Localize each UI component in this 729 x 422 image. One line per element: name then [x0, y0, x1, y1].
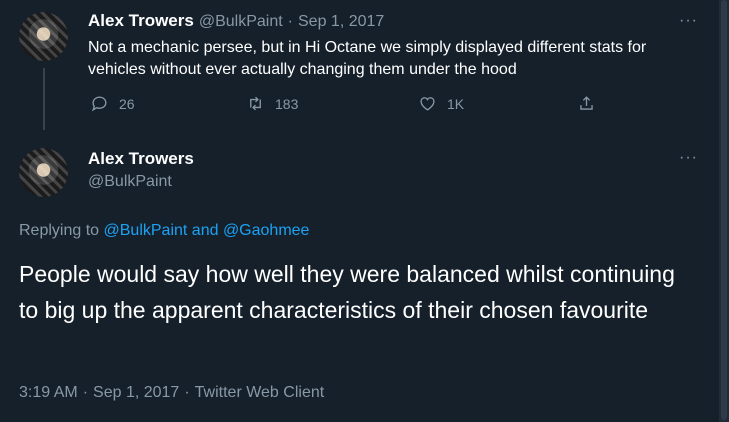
tweet1-dot-separator: · — [287, 13, 293, 30]
retweet-icon — [250, 96, 261, 111]
avatar-alex-trowers-1[interactable] — [19, 12, 68, 61]
retweet-button[interactable]: 183 — [246, 94, 298, 113]
more-icon[interactable]: ··· — [679, 12, 698, 30]
tweet2-author-name[interactable]: Alex Trowers — [88, 149, 194, 169]
avatar-pattern — [19, 12, 68, 61]
tweet2-author-handle[interactable]: @BulkPaint — [88, 173, 172, 191]
avatar-pattern — [19, 148, 68, 197]
more-icon[interactable]: ··· — [679, 149, 698, 167]
replying-to-and: and — [187, 222, 223, 239]
retweet-count: 183 — [275, 95, 299, 112]
replying-to-line: Replying to @BulkPaint and @Gaohmee — [19, 222, 309, 240]
scrollbar-thumb[interactable] — [721, 0, 727, 420]
share-icon — [580, 96, 593, 110]
replying-to-prefix: Replying to — [19, 222, 104, 239]
tweet2-date[interactable]: Sep 1, 2017 — [93, 384, 179, 402]
share-button[interactable] — [577, 94, 596, 113]
replying-to-user-bulkpaint[interactable]: @BulkPaint — [104, 222, 188, 239]
tweet2-dot-separator: · — [82, 384, 89, 401]
like-button[interactable]: 1K — [418, 94, 464, 113]
tweet1-header: Alex Trowers @BulkPaint · Sep 1, 2017 — [88, 11, 384, 31]
reply-count: 26 — [119, 95, 135, 112]
tweet1-author-handle[interactable]: @BulkPaint — [199, 13, 283, 31]
like-icon — [420, 97, 435, 111]
tweet2-client[interactable]: Twitter Web Client — [195, 384, 325, 402]
tweet2-text: People would say how well they were bala… — [19, 261, 675, 323]
thread-connector-line — [43, 68, 45, 130]
tweet2-footer: 3:19 AM · Sep 1, 2017 · Twitter Web Clie… — [19, 384, 324, 402]
avatar-alex-trowers-2[interactable] — [19, 148, 68, 197]
tweet2-time[interactable]: 3:19 AM — [19, 384, 78, 402]
reply-icon — [91, 96, 107, 112]
reply-button[interactable]: 26 — [90, 94, 135, 113]
tweet1-author-name[interactable]: Alex Trowers — [88, 11, 194, 31]
tweet1-text: Not a mechanic persee, but in Hi Octane … — [88, 39, 647, 78]
tweet1-date[interactable]: Sep 1, 2017 — [298, 13, 384, 31]
tweet2-dot-separator-2: · — [184, 384, 190, 401]
like-count: 1K — [447, 95, 465, 112]
replying-to-user-gaohmee[interactable]: @Gaohmee — [223, 222, 310, 239]
